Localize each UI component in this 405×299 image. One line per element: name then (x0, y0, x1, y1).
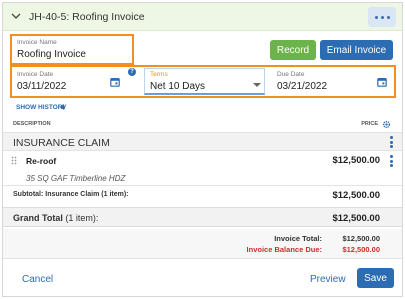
grand-total-row: Grand Total (1 item): $12,500.00 (3, 207, 402, 227)
line-item-price: $12,500.00 (332, 155, 380, 166)
terms-select[interactable]: Terms Net 10 Days (144, 68, 265, 95)
due-date-label: Due Date (277, 71, 305, 78)
section-menu-icon[interactable] (390, 136, 393, 150)
grand-total-label: Grand Total (1 item): (13, 213, 98, 223)
line-item-menu-icon[interactable] (390, 155, 393, 169)
invoice-total-label: Invoice Total: (274, 234, 322, 243)
caret-left-icon[interactable] (60, 104, 64, 110)
description-column-header: DESCRIPTION (13, 121, 51, 127)
subtotal-label: Subtotal: Insurance Claim (1 item): (13, 191, 129, 198)
due-date-input[interactable]: 03/21/2022 (277, 81, 327, 92)
save-button[interactable]: Save (357, 268, 394, 288)
show-history-link[interactable]: SHOW HISTORY (16, 104, 67, 111)
invoice-date-label: Invoice Date (17, 71, 54, 78)
email-invoice-button[interactable]: Email Invoice (320, 40, 393, 60)
totals-summary: Invoice Total: $12,500.00 Invoice Balanc… (3, 229, 402, 259)
chevron-down-icon[interactable] (11, 11, 21, 21)
invoice-name-input[interactable]: Roofing Invoice (17, 49, 86, 60)
line-item-description: 35 SQ GAF Timberline HDZ (26, 174, 126, 183)
cancel-button[interactable]: Cancel (22, 274, 53, 285)
grand-total-count: (1 item): (65, 213, 99, 223)
section-row: INSURANCE CLAIM (3, 132, 402, 151)
drag-handle-icon[interactable] (11, 156, 17, 165)
panel-header[interactable]: JH-40-5: Roofing Invoice (3, 3, 402, 31)
invoice-panel: JH-40-5: Roofing Invoice Invoice Name Ro… (2, 2, 403, 297)
dropdown-arrow-icon (253, 83, 261, 87)
invoice-name-label: Invoice Name (17, 39, 57, 46)
balance-due-label: Invoice Balance Due: (246, 245, 322, 254)
grand-total-title: Grand Total (13, 213, 63, 223)
subtotal-value: $12,500.00 (332, 190, 380, 201)
record-button[interactable]: Record (270, 40, 316, 60)
line-item-name[interactable]: Re-roof (26, 156, 56, 166)
price-column-header: PRICE (361, 121, 378, 127)
subtotal-row: Subtotal: Insurance Claim (1 item): $12,… (3, 185, 402, 202)
panel-title: JH-40-5: Roofing Invoice (29, 11, 145, 23)
dot-icon (374, 15, 378, 19)
table-header: DESCRIPTION PRICE (3, 117, 402, 131)
terms-label: Terms (150, 71, 168, 78)
calendar-icon[interactable] (110, 77, 120, 87)
invoice-total-value: $12,500.00 (342, 234, 380, 243)
terms-value: Net 10 Days (150, 81, 206, 92)
grand-total-value: $12,500.00 (332, 213, 380, 224)
preview-button[interactable]: Preview (310, 274, 346, 285)
help-icon[interactable]: ? (128, 68, 136, 76)
section-name: INSURANCE CLAIM (13, 137, 110, 149)
invoice-date-input[interactable]: 03/11/2022 (17, 81, 66, 92)
dot-icon (386, 15, 390, 19)
calendar-icon[interactable] (377, 77, 387, 87)
balance-due-value: $12,500.00 (342, 245, 380, 254)
dot-icon (380, 15, 384, 19)
gear-icon[interactable] (382, 120, 391, 129)
more-options-button[interactable] (368, 7, 396, 27)
